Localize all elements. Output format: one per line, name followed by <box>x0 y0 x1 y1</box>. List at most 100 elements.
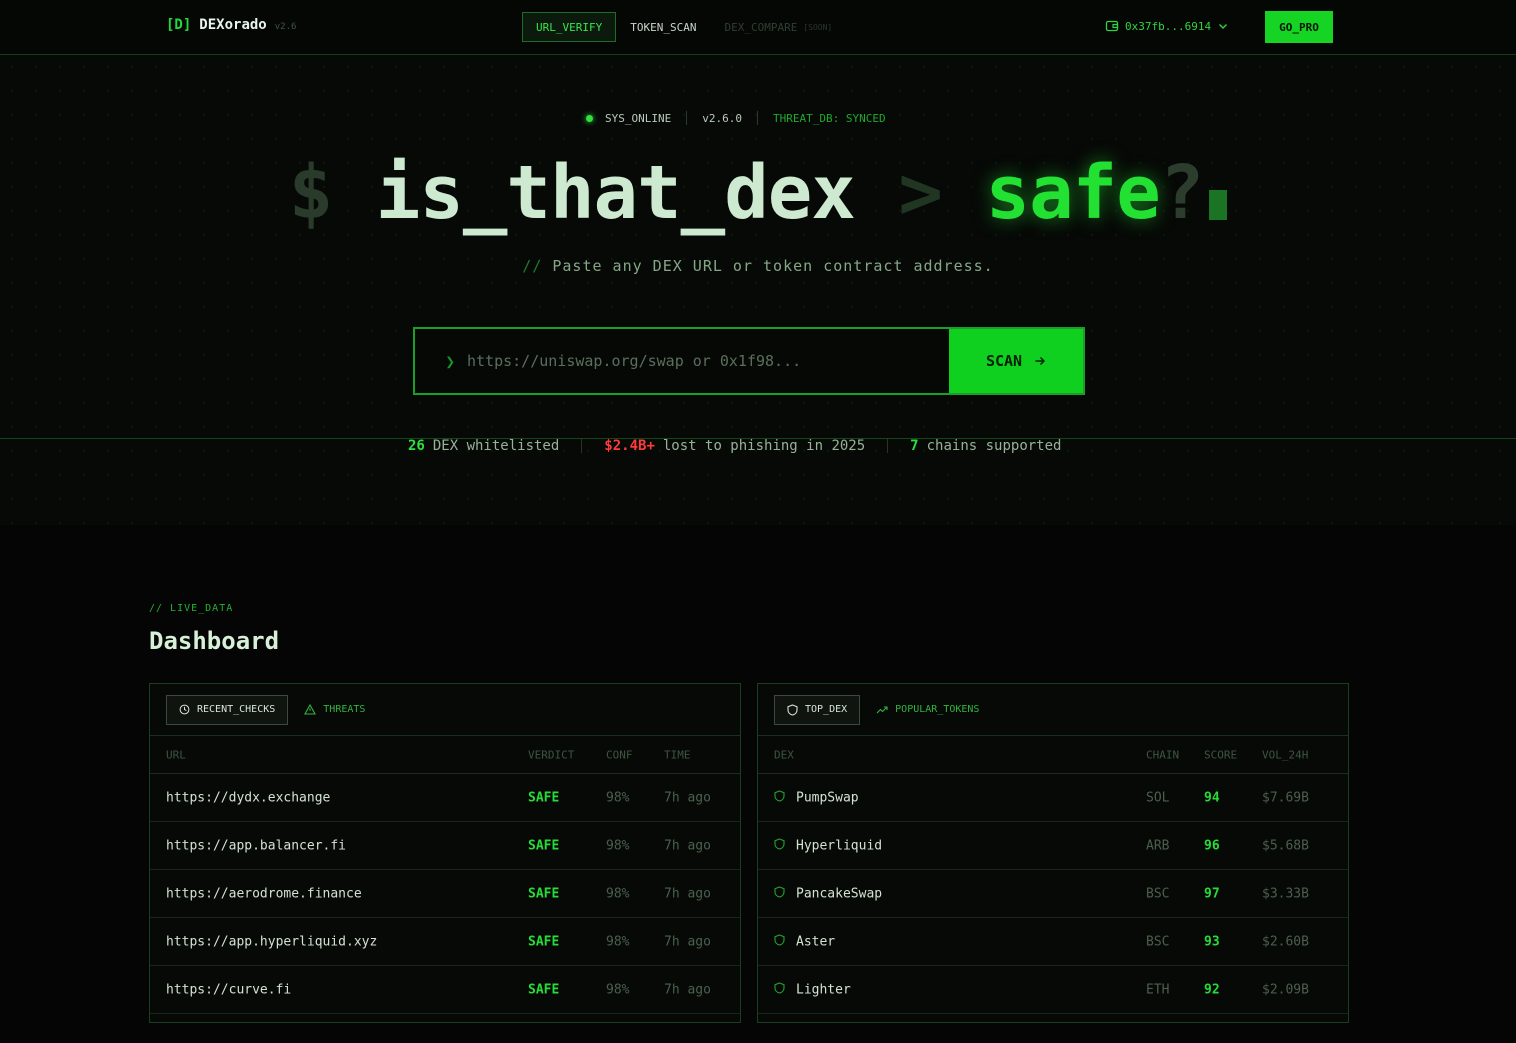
row-vol: $2.60B <box>1262 934 1309 949</box>
section-label: // LIVE_DATA <box>149 603 234 614</box>
headline-command: is_that_dex <box>375 150 856 236</box>
row-time: 7h ago <box>664 790 711 805</box>
row-dex: PancakeSwap <box>796 886 883 901</box>
search-bar: ❯ SCAN <box>413 327 1085 395</box>
logo-name: DEXorado <box>199 17 267 33</box>
nav-dex-compare: DEX_COMPARE [SOON] <box>710 12 846 42</box>
col-chain: CHAIN <box>1146 748 1180 761</box>
shield-icon <box>774 981 785 998</box>
nav-dex-compare-label: DEX_COMPARE <box>724 20 798 34</box>
clock-icon <box>179 704 190 715</box>
warning-icon <box>304 704 317 715</box>
row-dex: Hyperliquid <box>796 838 883 853</box>
row-vol: $2.09B <box>1262 982 1309 997</box>
row-time: 7h ago <box>664 982 711 997</box>
panel-tabs: TOP_DEX POPULAR_TOKENS <box>758 684 1348 736</box>
shield-icon <box>787 703 798 716</box>
status-divider <box>686 111 688 125</box>
row-vol: $7.69B <box>1262 790 1309 805</box>
row-score: 96 <box>1204 838 1220 853</box>
row-chain: SOL <box>1146 790 1170 805</box>
panel-tabs: RECENT_CHECKS THREATS <box>150 684 740 736</box>
shield-icon <box>774 789 785 806</box>
top-bar: [D] DEXorado v2.6 URL_VERIFY TOKEN_SCAN … <box>0 0 1516 55</box>
table-row[interactable]: Lighter ETH 92 $2.09B <box>758 966 1348 1014</box>
row-conf: 98% <box>606 790 630 805</box>
stat-chains-count: 7 <box>910 438 919 454</box>
verdict-badge: SAFE <box>528 886 560 901</box>
row-score: 92 <box>1204 982 1220 997</box>
tab-threats[interactable]: THREATS <box>304 695 365 725</box>
row-chain: ARB <box>1146 838 1170 853</box>
online-indicator-icon <box>586 114 593 122</box>
table-row[interactable]: https://app.hyperliquid.xyz SAFE 98% 7h … <box>150 918 740 966</box>
row-url: https://curve.fi <box>166 982 292 997</box>
table-header: DEX CHAIN SCORE VOL_24H <box>758 736 1348 774</box>
tab-label: TOP_DEX <box>805 704 848 715</box>
go-pro-button[interactable]: GO_PRO <box>1265 11 1333 43</box>
tab-label: POPULAR_TOKENS <box>895 704 980 715</box>
row-dex: Lighter <box>796 982 851 997</box>
verdict-badge: SAFE <box>528 934 560 949</box>
trending-up-icon <box>876 705 888 713</box>
wallet-address: 0x37fb...6914 <box>1125 19 1212 33</box>
row-time: 7h ago <box>664 886 711 901</box>
stats-divider <box>887 439 889 453</box>
row-vol: $3.33B <box>1262 886 1309 901</box>
shield-icon <box>774 885 785 902</box>
col-time: TIME <box>664 748 691 761</box>
logo[interactable]: [D] DEXorado v2.6 <box>166 17 296 33</box>
stat-dex-count: 26 <box>408 438 425 454</box>
status-threat-db: THREAT_DB: SYNCED <box>772 111 886 125</box>
table-row[interactable]: https://dydx.exchange SAFE 98% 7h ago <box>150 774 740 822</box>
tab-popular-tokens[interactable]: POPULAR_TOKENS <box>876 695 979 725</box>
row-conf: 98% <box>606 838 630 853</box>
table-row[interactable]: Aster BSC 93 $2.60B <box>758 918 1348 966</box>
tab-label: RECENT_CHECKS <box>197 704 276 715</box>
main-nav: URL_VERIFY TOKEN_SCAN DEX_COMPARE [SOON] <box>522 12 846 42</box>
shield-icon <box>774 933 785 950</box>
prompt-chevron-icon: ❯ <box>445 351 455 371</box>
table-row[interactable]: PumpSwap SOL 94 $7.69B <box>758 774 1348 822</box>
row-url: https://app.balancer.fi <box>166 838 347 853</box>
subtitle-prefix: // <box>522 257 543 275</box>
row-url: https://aerodrome.finance <box>166 886 362 901</box>
scan-label: SCAN <box>985 352 1023 370</box>
verdict-badge: SAFE <box>528 982 560 997</box>
system-status: SYS_ONLINE v2.6.0 THREAT_DB: SYNCED <box>586 111 886 125</box>
col-vol: VOL_24H <box>1262 748 1309 761</box>
col-verdict: VERDICT <box>528 748 575 761</box>
row-time: 7h ago <box>664 934 711 949</box>
nav-token-scan[interactable]: TOKEN_SCAN <box>616 12 710 42</box>
recent-checks-panel: RECENT_CHECKS THREATS URL VERDICT CONF T… <box>149 683 741 1023</box>
tab-recent-checks[interactable]: RECENT_CHECKS <box>166 694 289 725</box>
stats-bar: 26 DEX whitelisted $2.4B+ lost to phishi… <box>408 438 1061 454</box>
subtitle-text: Paste any DEX URL or token contract addr… <box>552 257 994 275</box>
row-chain: BSC <box>1146 886 1170 901</box>
table-row[interactable]: https://aerodrome.finance SAFE 98% 7h ag… <box>150 870 740 918</box>
search-input[interactable] <box>463 329 949 393</box>
tab-top-dex[interactable]: TOP_DEX <box>774 694 861 725</box>
scan-button[interactable]: SCAN <box>949 329 1083 393</box>
col-dex: DEX <box>774 748 794 761</box>
row-score: 93 <box>1204 934 1220 949</box>
row-chain: BSC <box>1146 934 1170 949</box>
stats-divider <box>581 439 583 453</box>
stat-chains-label: chains supported <box>926 438 1062 454</box>
section-title: Dashboard <box>149 627 280 655</box>
shield-icon <box>774 837 785 854</box>
table-row[interactable]: https://curve.fi SAFE 98% 7h ago <box>150 966 740 1014</box>
arrow-right-icon <box>1035 357 1046 365</box>
status-version: v2.6.0 <box>702 111 742 125</box>
table-row[interactable]: PancakeSwap BSC 97 $3.33B <box>758 870 1348 918</box>
table-row[interactable]: Hyperliquid ARB 96 $5.68B <box>758 822 1348 870</box>
wallet-button[interactable]: 0x37fb...6914 <box>1105 19 1229 33</box>
row-score: 94 <box>1204 790 1220 805</box>
row-vol: $5.68B <box>1262 838 1309 853</box>
nav-url-verify[interactable]: URL_VERIFY <box>522 12 617 42</box>
top-dex-panel: TOP_DEX POPULAR_TOKENS DEX CHAIN SCORE V… <box>757 683 1349 1023</box>
row-chain: ETH <box>1146 982 1170 997</box>
wallet-icon <box>1105 20 1119 32</box>
table-row[interactable]: https://app.balancer.fi SAFE 98% 7h ago <box>150 822 740 870</box>
hero-headline: $ is_that_dex > safe? <box>0 150 1516 236</box>
